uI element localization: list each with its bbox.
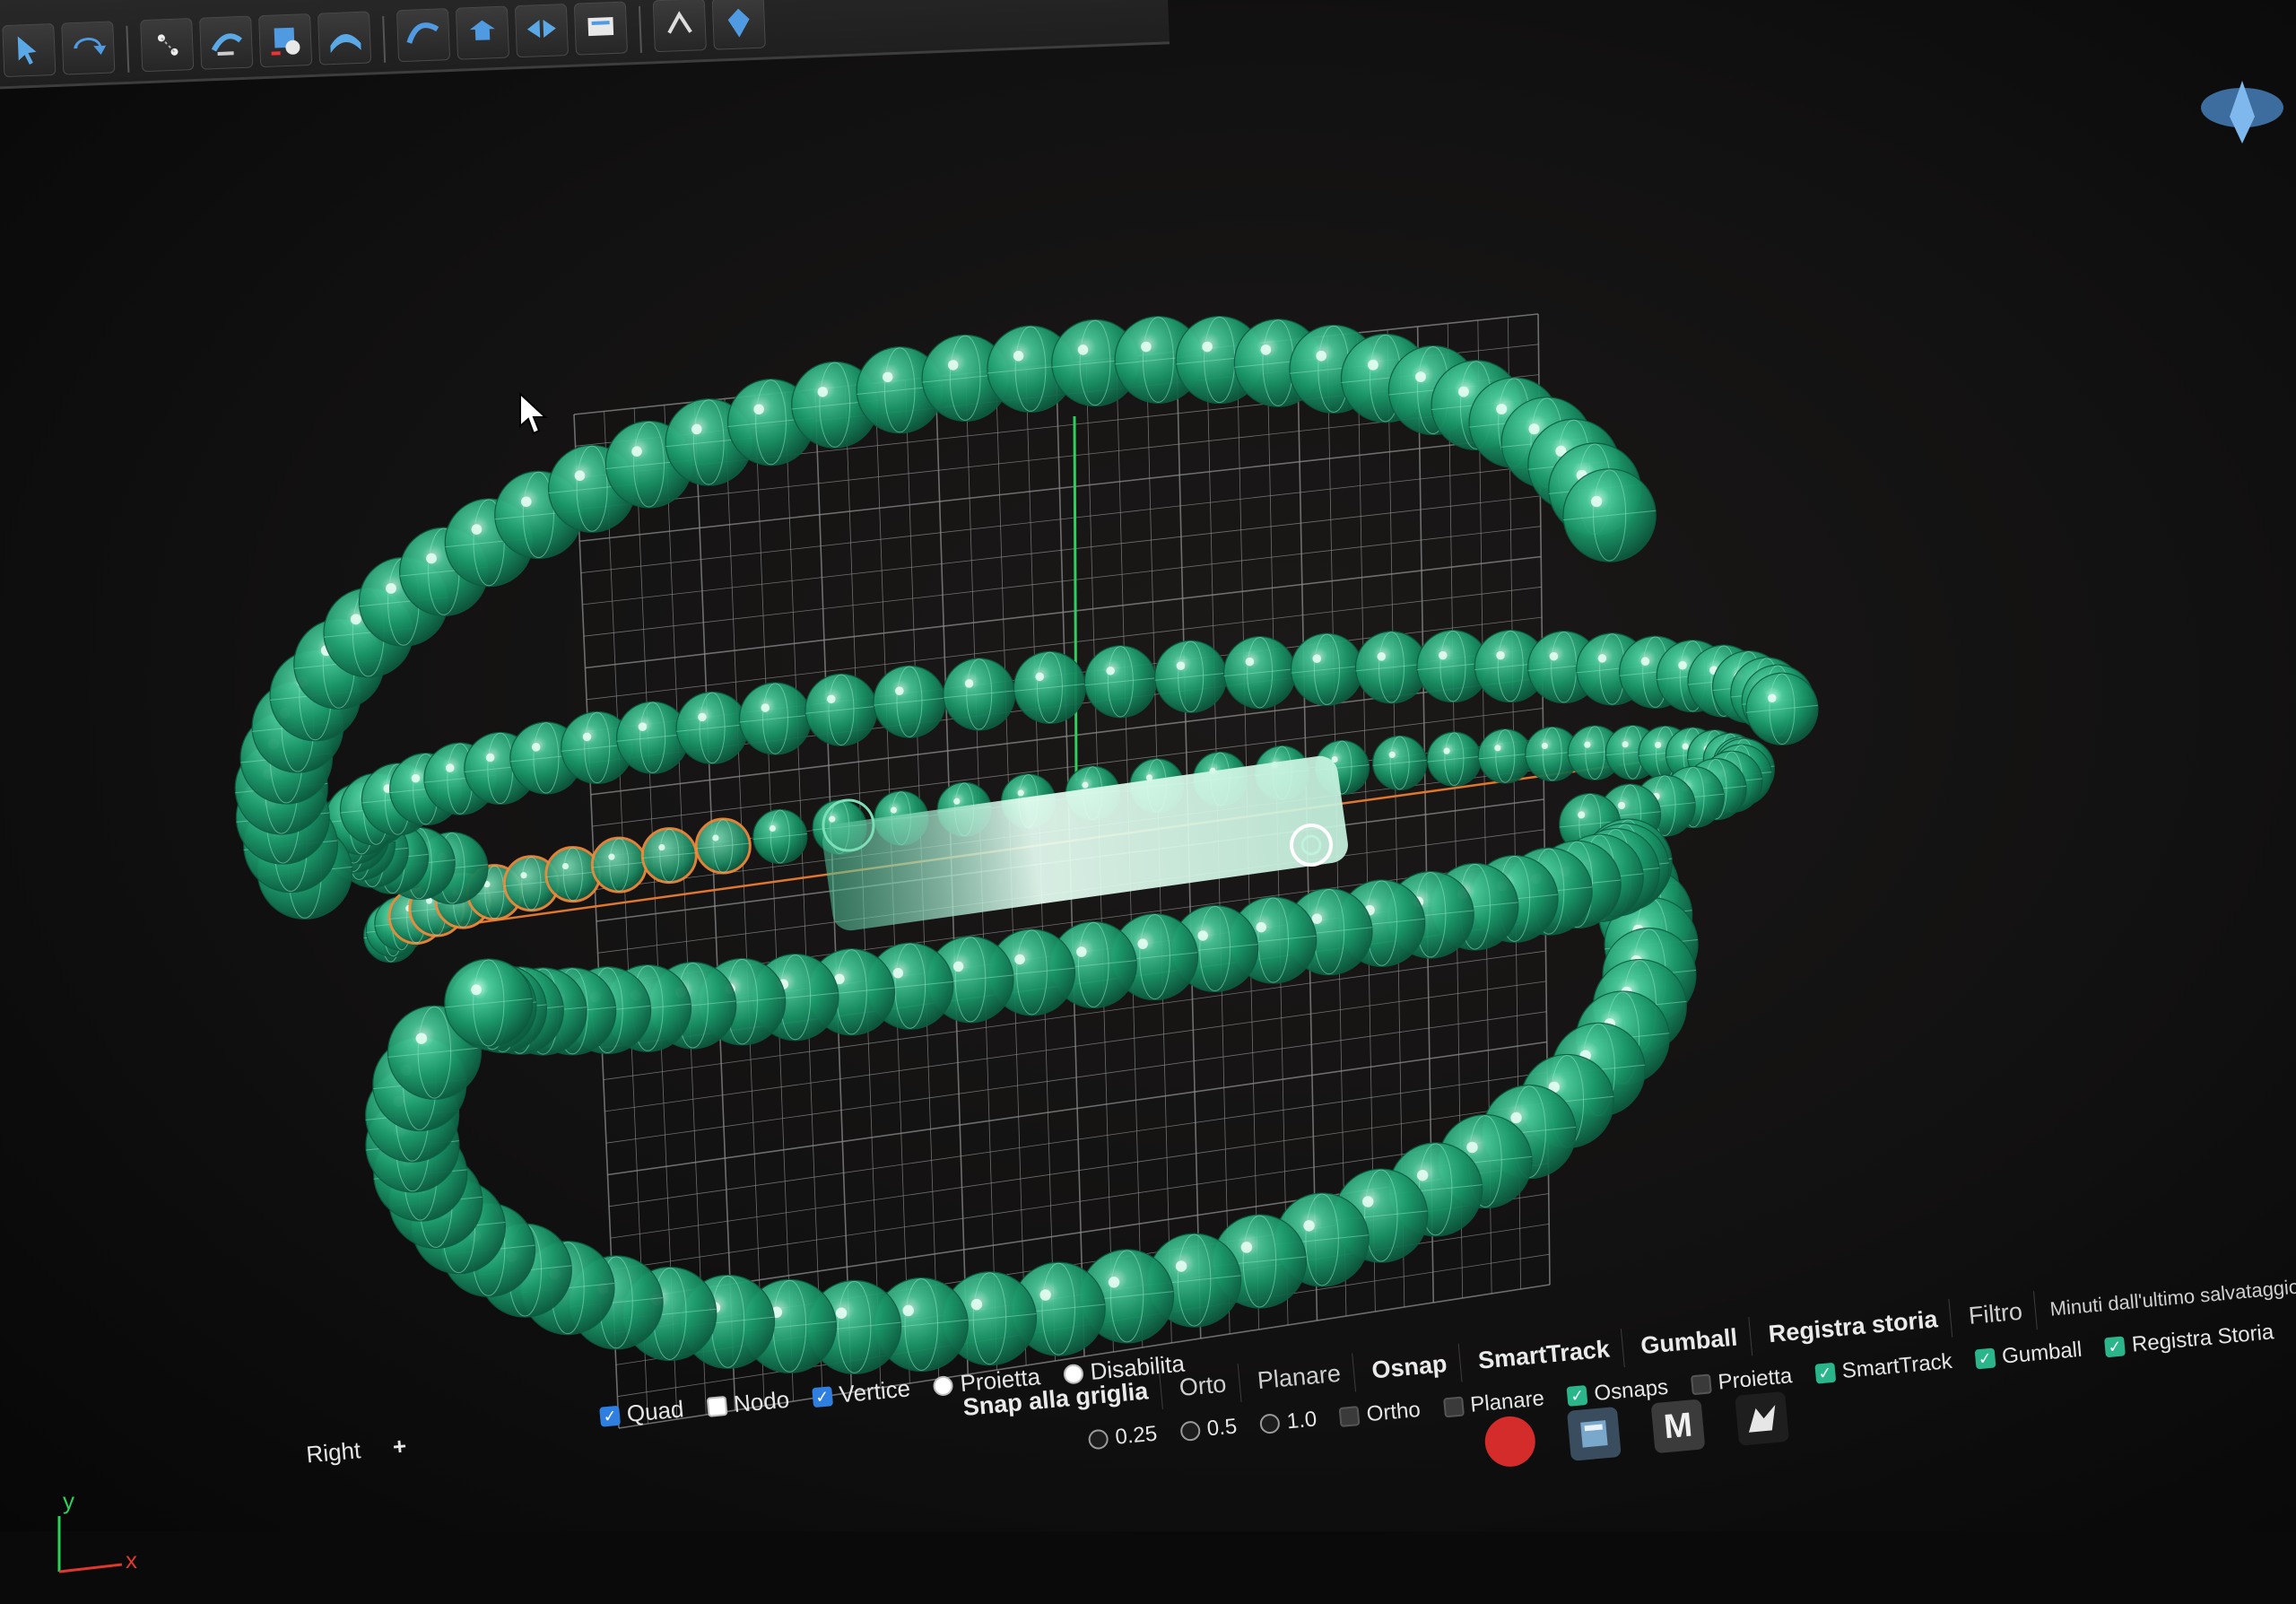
checkbox-icon[interactable]	[1339, 1406, 1361, 1427]
radio-icon[interactable]	[1087, 1428, 1109, 1451]
snap-value-10[interactable]: 1.0	[1259, 1407, 1318, 1437]
toggle-label: Ortho	[1365, 1397, 1422, 1427]
bead[interactable]	[873, 665, 946, 738]
pane-planare[interactable]: Planare	[1243, 1353, 1356, 1402]
bead[interactable]	[590, 836, 648, 894]
checkbox-icon[interactable]: ✓	[1974, 1347, 1996, 1370]
bead[interactable]	[943, 658, 1016, 731]
snap-value-025[interactable]: 0.25	[1087, 1422, 1158, 1453]
snap-value-label: 1.0	[1285, 1407, 1318, 1434]
osnap-label: Nodo	[732, 1385, 791, 1418]
pane-osnap[interactable]: Osnap	[1357, 1343, 1463, 1391]
snap-value-05[interactable]: 0.5	[1179, 1414, 1239, 1444]
osnap-nodo[interactable]: Nodo	[706, 1386, 791, 1421]
undo-icon[interactable]	[61, 21, 116, 75]
checkbox-icon[interactable]: ✓	[599, 1405, 621, 1427]
axis-x-label: x	[126, 1547, 137, 1573]
checkbox-icon[interactable]: ✓	[811, 1385, 833, 1408]
mouse-cursor-icon	[518, 391, 549, 441]
toolbar-separator	[126, 25, 130, 73]
bead[interactable]	[1372, 735, 1428, 790]
bead[interactable]	[694, 817, 752, 875]
mirror-icon[interactable]	[514, 4, 570, 58]
bead[interactable]	[1223, 636, 1297, 710]
pane-smarttrack[interactable]: SmartTrack	[1464, 1329, 1625, 1382]
bead[interactable]	[1477, 728, 1533, 784]
checkbox-icon[interactable]	[1690, 1373, 1712, 1396]
toolbar-separator	[382, 15, 387, 63]
bead[interactable]	[752, 808, 808, 865]
sweep-icon[interactable]	[317, 11, 372, 65]
bead[interactable]	[1290, 632, 1364, 706]
osnap-label: Quad	[625, 1395, 685, 1427]
osnap-vertice[interactable]: ✓ Vertice	[811, 1374, 911, 1411]
rhino-icon[interactable]	[1735, 1390, 1790, 1446]
bead[interactable]	[738, 682, 813, 755]
grid-line	[1357, 332, 1376, 1312]
add-viewport-tab-icon[interactable]: +	[392, 1433, 408, 1461]
m-app-icon[interactable]: M	[1650, 1399, 1706, 1454]
screen: y x Right + ✓ Quad Nodo ✓ Vertice Proietta…	[0, 0, 2296, 1573]
bead[interactable]	[640, 827, 698, 885]
snap-value-label: 0.25	[1114, 1421, 1159, 1450]
snap-value-label: 0.5	[1205, 1414, 1239, 1442]
checkbox-icon[interactable]: ✓	[1814, 1362, 1836, 1384]
pane-filtro[interactable]: Filtro	[1954, 1291, 2038, 1338]
cut-icon[interactable]	[652, 0, 707, 53]
checkbox-icon[interactable]	[1442, 1396, 1465, 1418]
gem-icon[interactable]	[711, 0, 766, 50]
bead[interactable]	[1745, 672, 1819, 745]
curve-icon[interactable]	[396, 8, 451, 63]
viewport-tab-bar: Right +	[305, 1433, 407, 1469]
osnap-quad[interactable]: ✓ Quad	[599, 1395, 685, 1430]
bead[interactable]	[1154, 640, 1228, 713]
bead[interactable]	[804, 673, 878, 746]
osnap-label: Vertice	[838, 1374, 912, 1408]
bead[interactable]	[1013, 650, 1087, 724]
transform-icon[interactable]	[258, 13, 313, 68]
bead[interactable]	[1426, 731, 1483, 787]
last-save-message: Minuti dall'ultimo salvataggio: 67	[2048, 1272, 2296, 1321]
array-icon[interactable]	[573, 1, 628, 56]
toolbar-separator	[638, 5, 642, 53]
pane-gumball[interactable]: Gumball	[1626, 1317, 1752, 1367]
bead[interactable]	[675, 691, 749, 764]
select-icon[interactable]	[2, 22, 57, 78]
y-axis-line	[1073, 415, 1078, 781]
bead[interactable]	[1083, 645, 1157, 719]
tab-right[interactable]: Right	[305, 1436, 361, 1469]
calculator-icon[interactable]	[1566, 1406, 1622, 1461]
checkbox-icon[interactable]: ✓	[1566, 1384, 1588, 1407]
radio-icon[interactable]	[1259, 1413, 1281, 1435]
point-icon[interactable]	[140, 18, 195, 73]
checkbox-icon[interactable]	[706, 1395, 728, 1417]
bead[interactable]	[444, 958, 534, 1048]
bead[interactable]	[1562, 468, 1657, 562]
rotate-icon[interactable]	[199, 15, 254, 70]
flip-icon[interactable]	[455, 5, 510, 60]
app-icon-red[interactable]	[1483, 1414, 1538, 1469]
bead[interactable]	[544, 846, 602, 903]
top-toolbar	[0, 0, 1170, 90]
pane-orto[interactable]: Orto	[1165, 1364, 1242, 1409]
view-cube-icon[interactable]	[2188, 81, 2296, 166]
checkbox-icon[interactable]: ✓	[2104, 1336, 2126, 1358]
pane-registra-storia[interactable]: Registra storia	[1754, 1298, 1953, 1356]
radio-icon[interactable]	[1179, 1420, 1201, 1443]
